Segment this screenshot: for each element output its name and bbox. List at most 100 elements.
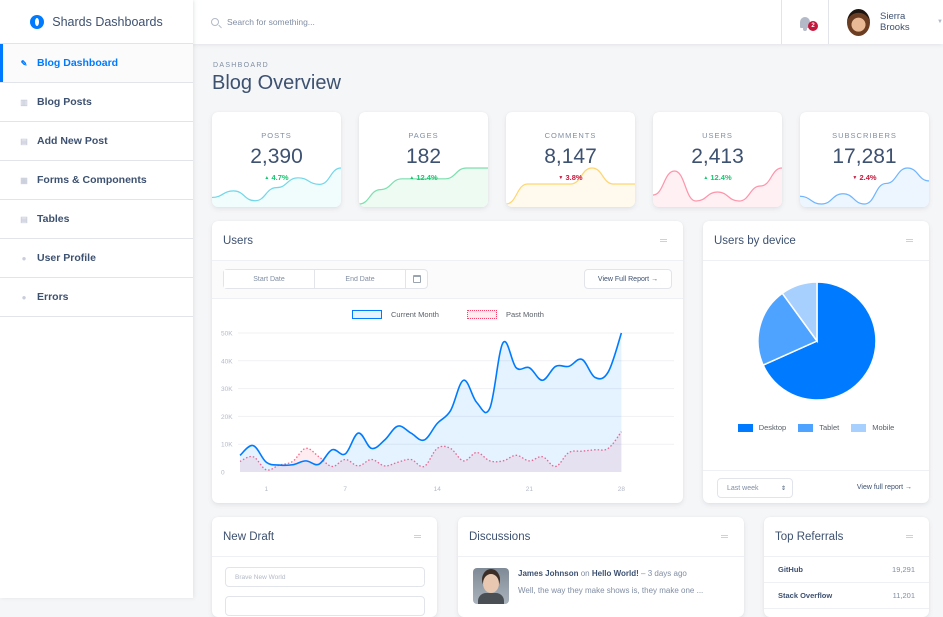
stat-change-value: 3.8% bbox=[565, 173, 582, 182]
device-card-header: Users by device bbox=[703, 221, 929, 261]
date-range bbox=[223, 269, 428, 289]
referral-value: 11,201 bbox=[893, 591, 915, 600]
arrow-up-icon: ▲ bbox=[409, 175, 414, 181]
referral-name: GitHub bbox=[778, 565, 803, 574]
menu-icon[interactable] bbox=[721, 535, 728, 538]
sidebar-item-label: User Profile bbox=[37, 252, 96, 264]
stat-change: ▲ 4.7% bbox=[212, 173, 341, 182]
sidebar-item-user-profile[interactable]: ●User Profile bbox=[0, 239, 193, 278]
sidebar-item-forms-components[interactable]: ▦Forms & Components bbox=[0, 161, 193, 200]
brand[interactable]: Shards Dashboards bbox=[0, 0, 193, 44]
legend-swatch bbox=[738, 424, 753, 432]
view-full-report-link[interactable]: View full report → bbox=[857, 484, 912, 491]
view-full-report-button[interactable]: View Full Report → bbox=[584, 269, 672, 289]
legend-label: Mobile bbox=[872, 423, 894, 432]
user-name: Sierra Brooks bbox=[880, 11, 929, 33]
pie-legend-item[interactable]: Mobile bbox=[851, 423, 894, 432]
referrals-card-header: Top Referrals bbox=[764, 517, 929, 557]
legend-label: Past Month bbox=[506, 310, 544, 319]
start-date-input[interactable] bbox=[224, 270, 315, 288]
stat-value: 8,147 bbox=[506, 145, 635, 169]
calendar-icon bbox=[413, 275, 421, 283]
stat-value: 182 bbox=[359, 145, 488, 169]
discussions-card-title: Discussions bbox=[469, 531, 530, 543]
stat-change: ▼ 3.8% bbox=[506, 173, 635, 182]
users-card: Users View Full Report → bbox=[212, 221, 683, 503]
referral-row: Stack Overflow 11,201 bbox=[764, 583, 929, 609]
columns-icon: ▥ bbox=[20, 98, 28, 107]
referral-value: 19,291 bbox=[892, 565, 915, 574]
referrals-card-title: Top Referrals bbox=[775, 531, 843, 543]
sidebar-item-blog-posts[interactable]: ▥ Blog Posts bbox=[0, 83, 193, 122]
pie-legend-item[interactable]: Desktop bbox=[738, 423, 787, 432]
device-card-footer: Last week ⇕ View full report → bbox=[703, 470, 929, 503]
stat-value: 17,281 bbox=[800, 145, 929, 169]
stat-card-comments: COMMENTS 8,147 ▼ 3.8% bbox=[506, 112, 635, 207]
stat-change-value: 12.4% bbox=[416, 173, 437, 182]
new-draft-card: New Draft bbox=[212, 517, 437, 617]
stat-change-value: 4.7% bbox=[271, 173, 288, 182]
stat-card-posts: POSTS2,390▲ 4.7% bbox=[212, 112, 341, 207]
sidebar-item-label: Forms & Components bbox=[37, 174, 147, 186]
device-card-title: Users by device bbox=[714, 235, 796, 247]
stat-label: POSTS bbox=[212, 131, 341, 140]
notifications-button[interactable]: 2 bbox=[781, 0, 829, 44]
stat-card-users: USERS 2,413 ▲ 12.4% bbox=[653, 112, 782, 207]
legend-swatch[interactable] bbox=[467, 310, 497, 319]
stat-change: ▼ 2.4% bbox=[800, 173, 929, 182]
line-chart-legend: Current MonthPast Month bbox=[352, 310, 544, 319]
stat-label: USERS bbox=[653, 131, 782, 140]
end-date-input[interactable] bbox=[315, 270, 406, 288]
legend-label: Tablet bbox=[819, 423, 839, 432]
search-input[interactable] bbox=[227, 17, 527, 27]
stat-change: ▲ 12.4% bbox=[653, 173, 782, 182]
discussion-excerpt: Well, the way they make shows is, they m… bbox=[518, 586, 703, 595]
pie-legend-item[interactable]: Tablet bbox=[798, 423, 839, 432]
discussion-time: – 3 days ago bbox=[641, 569, 687, 578]
referral-name: Stack Overflow bbox=[778, 591, 832, 600]
user-menu[interactable]: Sierra Brooks ▼ bbox=[829, 0, 943, 44]
range-select[interactable]: Last week ⇕ bbox=[717, 478, 793, 498]
discussion-post-link[interactable]: Hello World! bbox=[592, 569, 639, 578]
menu-icon[interactable] bbox=[906, 239, 913, 242]
notification-badge: 2 bbox=[808, 21, 818, 31]
menu-icon[interactable] bbox=[906, 535, 913, 538]
menu-icon[interactable] bbox=[660, 239, 667, 242]
stat-change-value: 2.4% bbox=[859, 173, 876, 182]
sidebar-item-label: Blog Posts bbox=[37, 96, 92, 108]
page-subtitle: DASHBOARD bbox=[213, 62, 269, 69]
shards-logo-icon bbox=[30, 15, 44, 29]
draft-card-header: New Draft bbox=[212, 517, 437, 557]
draft-card-title: New Draft bbox=[223, 531, 274, 543]
chevron-down-icon: ▼ bbox=[937, 19, 943, 25]
sidebar-item-add-new-post[interactable]: ▤Add New Post bbox=[0, 122, 193, 161]
sidebar-item-blog-dashboard[interactable]: ✎Blog Dashboard bbox=[0, 44, 193, 83]
arrow-up-icon: ▲ bbox=[264, 175, 269, 181]
draft-body-input[interactable] bbox=[225, 596, 425, 616]
error-icon: ● bbox=[20, 293, 28, 302]
menu-icon[interactable] bbox=[414, 535, 421, 538]
top-navbar: 2 Sierra Brooks ▼ bbox=[193, 0, 943, 44]
page-title: Blog Overview bbox=[212, 72, 341, 95]
arrow-down-icon: ▼ bbox=[852, 175, 857, 181]
discussion-author[interactable]: James Johnson bbox=[518, 569, 578, 578]
stat-label: COMMENTS bbox=[506, 131, 635, 140]
calendar-button[interactable] bbox=[406, 270, 427, 288]
top-referrals-card: Top Referrals GitHub 19,291 Stack Overfl… bbox=[764, 517, 929, 617]
sidebar-item-label: Errors bbox=[37, 291, 69, 303]
discussions-card-header: Discussions bbox=[458, 517, 744, 557]
draft-title-input[interactable] bbox=[225, 567, 425, 587]
stat-value: 2,413 bbox=[653, 145, 782, 169]
legend-swatch bbox=[851, 424, 866, 432]
range-select-value: Last week bbox=[727, 485, 759, 492]
sidebar-item-tables[interactable]: ▤Tables bbox=[0, 200, 193, 239]
legend-swatch[interactable] bbox=[352, 310, 382, 319]
sidebar-item-errors[interactable]: ● Errors bbox=[0, 278, 193, 317]
pencil-icon: ✎ bbox=[20, 59, 28, 68]
arrow-up-icon: ▲ bbox=[703, 175, 708, 181]
arrow-down-icon: ▼ bbox=[558, 175, 563, 181]
stat-card-subscribers: SUBSCRIBERS17,281▼ 2.4% bbox=[800, 112, 929, 207]
legend-swatch bbox=[798, 424, 813, 432]
discussion-on: on bbox=[581, 569, 590, 578]
stat-card-pages: PAGES182▲ 12.4% bbox=[359, 112, 488, 207]
